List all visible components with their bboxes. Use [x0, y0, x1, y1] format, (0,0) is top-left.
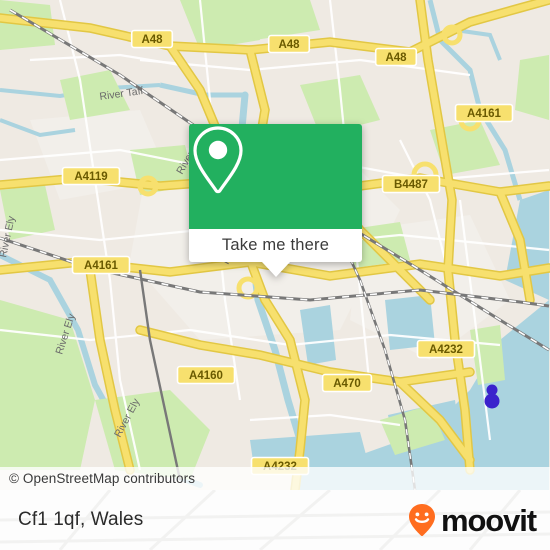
location-callout-card[interactable]: Take me there: [189, 124, 362, 277]
road-shield: A48: [130, 29, 174, 49]
moovit-logo[interactable]: moovit: [407, 502, 537, 538]
road-shield-label: B4487: [394, 179, 428, 191]
map-canvas[interactable]: River TaffRiver TaffRiver TaffRiver ElyR…: [0, 0, 550, 490]
road-shield-label: A4160: [189, 370, 223, 382]
road-shield: A470: [321, 373, 373, 393]
map-screenshot: River TaffRiver TaffRiver TaffRiver ElyR…: [0, 0, 550, 550]
road-shield: B4487: [381, 174, 441, 194]
road-shield-label: A4161: [467, 108, 501, 120]
footer-bar: Cf1 1qf, Wales moovit: [0, 490, 550, 550]
road-shield-label: A470: [333, 378, 361, 390]
road-shield: A4232: [416, 339, 476, 359]
take-me-there-button[interactable]: Take me there: [189, 229, 362, 262]
road-shield-label: A48: [141, 34, 163, 46]
location-title: Cf1 1qf, Wales: [18, 509, 144, 530]
take-me-there-label: Take me there: [221, 236, 330, 254]
road-shield: A4161: [71, 255, 131, 275]
attribution-text: © OpenStreetMap contributors: [9, 471, 196, 486]
road-shield-label: A4161: [84, 260, 118, 272]
road-shield-label: A4119: [74, 171, 107, 183]
road-shield: A4119: [61, 166, 121, 186]
callout-tail: [261, 262, 290, 277]
road-shield: A48: [267, 34, 311, 54]
road-shield-label: A48: [385, 52, 407, 64]
road-shield: A4160: [176, 365, 236, 385]
moovit-pin-icon: [408, 504, 435, 537]
road-shield: A48: [374, 47, 418, 67]
map-attribution-bar: © OpenStreetMap contributors: [0, 467, 550, 490]
moovit-wordmark: moovit: [440, 502, 537, 538]
road-shield-label: A4232: [429, 344, 463, 356]
location-pin-icon: [193, 126, 243, 194]
road-shield-label: A48: [278, 39, 300, 51]
road-shield: A4161: [454, 103, 514, 123]
callout-header: [189, 124, 362, 229]
